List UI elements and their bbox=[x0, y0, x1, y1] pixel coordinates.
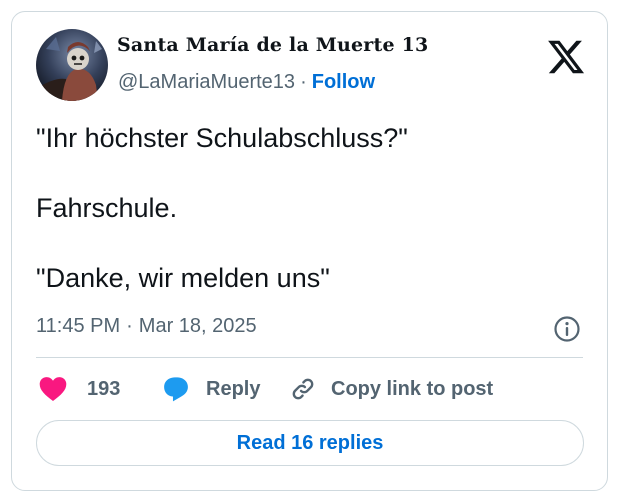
divider bbox=[36, 357, 583, 358]
post-timestamp[interactable]: 11:45 PM · Mar 18, 2025 bbox=[36, 315, 257, 338]
post-line: Fahrschule. bbox=[36, 193, 178, 223]
like-count: 193 bbox=[87, 377, 121, 400]
like-button[interactable]: 193 bbox=[39, 372, 120, 406]
copy-link-button[interactable]: Copy link to post bbox=[290, 372, 493, 406]
post-time: 11:45 PM bbox=[36, 315, 121, 337]
follow-link[interactable]: Follow bbox=[312, 71, 375, 93]
read-replies-button[interactable]: Read 16 replies bbox=[36, 420, 584, 466]
separator-dot: · bbox=[300, 71, 307, 93]
reply-bubble-icon bbox=[164, 377, 188, 402]
copy-link-label: Copy link to post bbox=[331, 377, 494, 400]
action-bar: 193 Reply Copy link to post bbox=[36, 372, 584, 406]
heart-icon bbox=[39, 377, 67, 402]
read-replies-label: Read 16 replies bbox=[236, 431, 384, 454]
tweet-card: Santa María de la Muerte 13 @LaMariaMuer… bbox=[11, 11, 608, 491]
post-line: "Danke, wir melden uns" bbox=[36, 263, 330, 293]
handle-line: @LaMariaMuerte13 · Follow bbox=[118, 71, 375, 94]
reply-button[interactable]: Reply bbox=[162, 372, 260, 406]
post-date: Mar 18, 2025 bbox=[138, 315, 257, 337]
separator-dot: · bbox=[126, 315, 133, 337]
link-icon bbox=[292, 378, 314, 400]
avatar[interactable] bbox=[36, 29, 108, 101]
user-handle[interactable]: @LaMariaMuerte13 bbox=[118, 71, 295, 93]
reply-label: Reply bbox=[206, 377, 261, 400]
x-logo-icon[interactable] bbox=[546, 37, 586, 77]
post-text: "Ihr höchster Schulabschluss?" Fahrschul… bbox=[36, 120, 584, 330]
display-name[interactable]: Santa María de la Muerte 13 bbox=[117, 34, 428, 56]
post-line: "Ihr höchster Schulabschluss?" bbox=[36, 123, 408, 153]
info-icon[interactable] bbox=[553, 315, 581, 343]
